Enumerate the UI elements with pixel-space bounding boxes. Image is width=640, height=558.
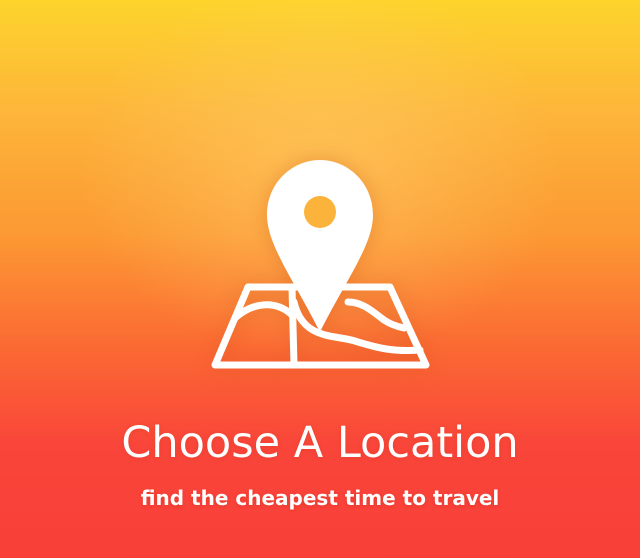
onboarding-screen: Choose A Location find the cheapest time… [0,0,640,558]
page-subtitle: find the cheapest time to travel [140,486,500,510]
page-title: Choose A Location [121,418,519,468]
map-location-pin-icon [208,152,432,374]
pin-hole-icon [304,196,336,228]
